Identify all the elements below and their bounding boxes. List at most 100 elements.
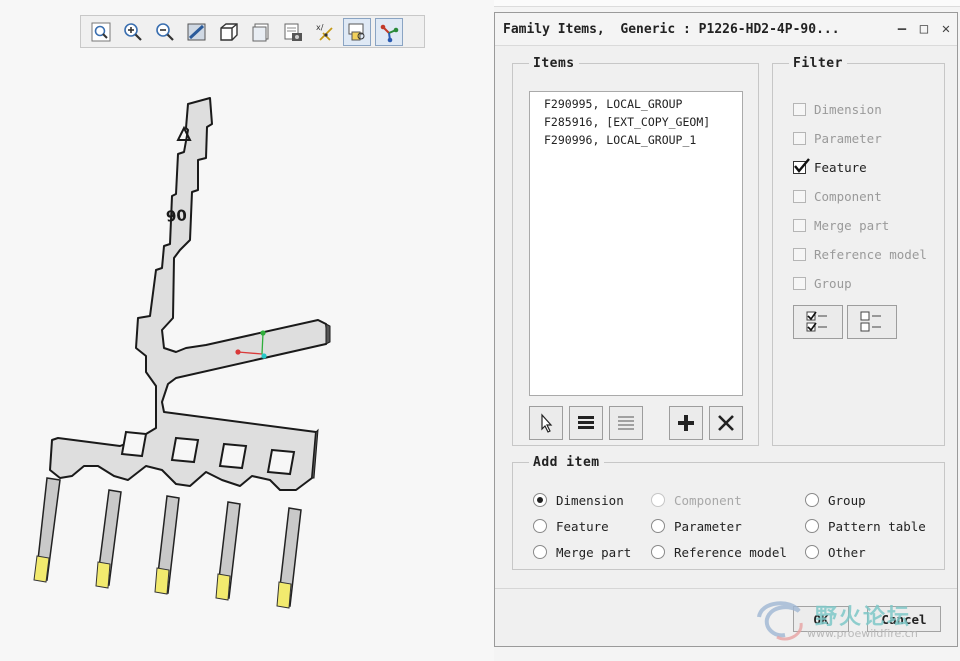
radio-button[interactable]: [651, 519, 665, 533]
list-item[interactable]: F290996, LOCAL_GROUP_1: [544, 131, 742, 149]
radio-button[interactable]: [533, 519, 547, 533]
radio-button[interactable]: [533, 545, 547, 559]
checkbox[interactable]: [793, 157, 810, 174]
select-item-button[interactable]: [529, 406, 563, 440]
uncheck-all-icon: [860, 311, 881, 332]
filter-group-item[interactable]: Group: [793, 273, 852, 293]
filter-label: Merge part: [814, 217, 890, 233]
items-legend: Items: [533, 56, 575, 71]
zoom-out-button[interactable]: [151, 18, 179, 46]
display-style-button[interactable]: [215, 18, 243, 46]
radio-button[interactable]: [651, 545, 665, 559]
filter-label: Feature: [814, 159, 867, 175]
filter-merge-part[interactable]: Merge part: [793, 215, 889, 235]
filter-label: Dimension: [814, 101, 882, 117]
checkbox[interactable]: [793, 247, 806, 261]
radio-label: Pattern table: [828, 518, 926, 534]
radio-component[interactable]: Component: [651, 490, 742, 510]
dialog-button-bar: OK Cancel 野火论坛 www.proewildfire.cn: [495, 588, 957, 647]
deselect-all-button[interactable]: [609, 406, 643, 440]
radio-label: Parameter: [674, 518, 742, 534]
filter-reference-model[interactable]: Reference model: [793, 244, 927, 264]
radio-label: Merge part: [556, 544, 632, 560]
select-all-button[interactable]: [569, 406, 603, 440]
zoom-in-icon: [124, 22, 142, 41]
radio-other[interactable]: Other: [805, 542, 866, 562]
checkbox[interactable]: [793, 131, 806, 145]
minimize-icon[interactable]: —: [891, 21, 913, 37]
radio-button[interactable]: [805, 545, 819, 559]
radio-label: Component: [674, 492, 742, 508]
view-manager-icon: [284, 23, 302, 41]
filter-label: Group: [814, 275, 852, 291]
datum-display-button[interactable]: x/: [311, 18, 339, 46]
checkbox[interactable]: [793, 276, 806, 290]
checkbox[interactable]: [793, 218, 806, 232]
add-item-group: Add item Dimension Component Group Featu…: [512, 455, 945, 570]
deselect-all-icon: [618, 416, 634, 430]
maximize-icon[interactable]: □: [913, 21, 935, 37]
filter-dimension[interactable]: Dimension: [793, 99, 882, 119]
connector-pins: [33, 477, 302, 609]
items-group: Items F290995, LOCAL_GROUP F285916, [EXT…: [512, 56, 759, 446]
filter-label: Reference model: [814, 246, 927, 262]
radio-label: Dimension: [556, 492, 624, 508]
dialog-titlebar: Family Items, Generic : P1226-HD2-4P-90.…: [495, 13, 957, 46]
list-item[interactable]: F285916, [EXT_COPY_GEOM]: [544, 113, 742, 131]
radio-button[interactable]: [805, 519, 819, 533]
datum-display-icon: x/: [316, 23, 333, 41]
radio-feature[interactable]: Feature: [533, 516, 609, 536]
filter-feature[interactable]: Feature: [793, 157, 867, 177]
radio-parameter[interactable]: Parameter: [651, 516, 742, 536]
radio-merge-part[interactable]: Merge part: [533, 542, 631, 562]
repaint-icon: [187, 23, 206, 40]
radio-label: Feature: [556, 518, 609, 534]
annotation-display-icon: [348, 23, 365, 40]
radio-button[interactable]: [805, 493, 819, 507]
items-list[interactable]: F290995, LOCAL_GROUP F285916, [EXT_COPY_…: [529, 91, 743, 396]
add-item-button[interactable]: [669, 406, 703, 440]
filter-label: Component: [814, 188, 882, 204]
part-model-view[interactable]: 90: [0, 60, 494, 661]
radio-label: Reference model: [674, 544, 787, 560]
filter-component[interactable]: Component: [793, 186, 882, 206]
display-style-icon: [220, 22, 238, 41]
radio-label: Group: [828, 492, 866, 508]
add-item-legend: Add item: [533, 455, 600, 470]
remove-item-button[interactable]: [709, 406, 743, 440]
view-toolbar: x/: [80, 15, 425, 48]
spin-center-button[interactable]: [375, 17, 403, 46]
radio-button[interactable]: [651, 493, 665, 507]
radio-dimension[interactable]: Dimension: [533, 490, 624, 510]
checkbox[interactable]: [793, 189, 806, 203]
close-icon[interactable]: ✕: [935, 21, 957, 37]
graphics-viewport[interactable]: x/ 90: [0, 0, 494, 661]
terminal-body: [49, 97, 329, 491]
plus-icon: [678, 415, 694, 431]
uncheck-all-button[interactable]: [847, 305, 897, 339]
dialog-title: Family Items, Generic : P1226-HD2-4P-90.…: [503, 21, 840, 37]
refit-button[interactable]: [87, 18, 115, 46]
radio-reference-model[interactable]: Reference model: [651, 542, 787, 562]
refit-icon: [91, 22, 111, 41]
zoom-in-button[interactable]: [119, 18, 147, 46]
check-all-icon: [806, 311, 827, 332]
annotation-display-button[interactable]: [343, 17, 371, 46]
filter-legend: Filter: [793, 56, 843, 71]
select-all-icon: [578, 416, 594, 429]
check-all-button[interactable]: [793, 305, 843, 339]
radio-group[interactable]: Group: [805, 490, 866, 510]
filter-parameter[interactable]: Parameter: [793, 128, 882, 148]
list-item[interactable]: F290995, LOCAL_GROUP: [544, 95, 742, 113]
view-manager-button[interactable]: [279, 18, 307, 46]
checkmark-icon: [794, 157, 810, 173]
saved-orientations-button[interactable]: [247, 18, 275, 46]
radio-label: Other: [828, 544, 866, 560]
radio-button[interactable]: [533, 493, 547, 507]
checkbox[interactable]: [793, 102, 806, 116]
cancel-button[interactable]: Cancel: [867, 606, 941, 632]
repaint-button[interactable]: [183, 18, 211, 46]
ok-button[interactable]: OK: [793, 606, 849, 632]
close-x-icon: [718, 415, 734, 431]
radio-pattern-table[interactable]: Pattern table: [805, 516, 926, 536]
